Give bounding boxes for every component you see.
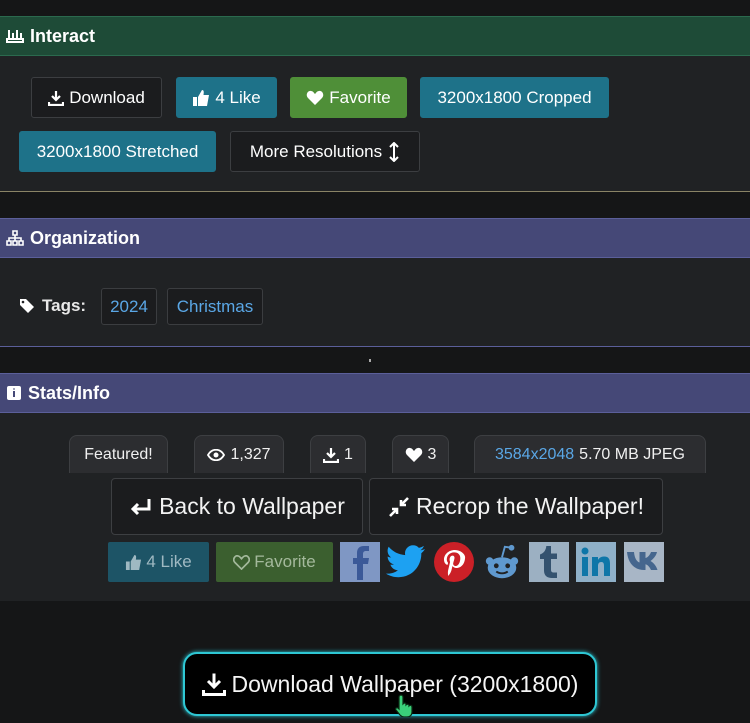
file-info-stat: 3584x2048 5.70 MB JPEG [474, 435, 706, 473]
stretched-resolution-button[interactable]: 3200x1800 Stretched [19, 131, 216, 172]
featured-label: Featured! [84, 445, 153, 463]
download-wallpaper-button[interactable]: Download Wallpaper (3200x1800) [183, 652, 597, 716]
download-icon [201, 673, 226, 696]
vk-icon [627, 552, 658, 570]
divider [0, 191, 750, 192]
linkedin-share-button[interactable] [576, 542, 616, 582]
views-stat: 1,327 [194, 435, 284, 473]
heart-icon [405, 447, 422, 462]
vertical-resize-icon [389, 141, 399, 162]
hand-cursor-icon [395, 694, 413, 717]
tumblr-share-button[interactable] [529, 542, 569, 582]
return-arrow-icon [130, 498, 151, 515]
back-label: Back to Wallpaper [159, 493, 345, 519]
more-resolutions-label: More Resolutions [249, 141, 383, 161]
heart-outline-icon [233, 554, 251, 570]
download-button[interactable]: Download [31, 77, 162, 118]
sitemap-icon [6, 230, 24, 246]
downloads-count: 1 [344, 445, 353, 463]
pinterest-share-button[interactable] [434, 542, 474, 582]
stats-title: Stats/Info [28, 382, 111, 403]
info-icon [7, 386, 21, 400]
tag-label: 2024 [110, 296, 148, 316]
back-to-wallpaper-button[interactable]: Back to Wallpaper [111, 478, 363, 535]
favorite-label: Favorite [254, 552, 316, 571]
thumbs-up-icon [193, 89, 210, 106]
joystick-icon [6, 30, 24, 43]
tag-2024[interactable]: 2024 [101, 288, 157, 325]
tags-label-group: Tags: [19, 296, 86, 316]
cropped-resolution-button[interactable]: 3200x1800 Cropped [420, 77, 609, 118]
divider [0, 346, 750, 347]
like-button[interactable]: 4 Like [176, 77, 277, 118]
like-label: 4 Like [215, 87, 261, 107]
tags-label: Tags: [42, 296, 87, 315]
file-info: 5.70 MB JPEG [579, 445, 685, 463]
twitter-icon [386, 545, 425, 578]
like-label: 4 Like [146, 552, 192, 571]
tumblr-icon [540, 546, 557, 578]
heart-icon [307, 90, 324, 105]
recrop-button[interactable]: Recrop the Wallpaper! [369, 478, 663, 535]
stretched-label: 3200x1800 Stretched [36, 141, 199, 161]
favorite-button[interactable]: Favorite [290, 77, 407, 118]
tag-label: Christmas [176, 296, 254, 316]
dot-marker [369, 359, 371, 362]
more-resolutions-button[interactable]: More Resolutions [230, 131, 420, 172]
views-count: 1,327 [230, 445, 271, 463]
tag-christmas[interactable]: Christmas [167, 288, 263, 325]
recrop-label: Recrop the Wallpaper! [416, 493, 644, 519]
organization-header: Organization [0, 218, 750, 258]
pinterest-icon [434, 542, 474, 582]
thumbs-up-icon [126, 554, 142, 570]
stats-header: Stats/Info [0, 373, 750, 413]
reddit-icon [485, 544, 519, 579]
resolution-link[interactable]: 3584x2048 [495, 446, 574, 464]
interact-header: Interact [0, 16, 750, 56]
download-label: Download [69, 87, 145, 107]
like-button-secondary[interactable]: 4 Like [108, 542, 209, 582]
likes-count: 3 [427, 445, 437, 463]
compress-icon [389, 496, 409, 517]
linkedin-icon [581, 547, 610, 576]
interact-title: Interact [30, 25, 96, 46]
facebook-icon [353, 546, 369, 580]
facebook-share-button[interactable] [340, 542, 380, 582]
favorite-button-secondary[interactable]: Favorite [216, 542, 333, 582]
download-icon [48, 90, 65, 106]
downloads-stat: 1 [310, 435, 366, 473]
organization-title: Organization [30, 227, 141, 248]
vk-share-button[interactable] [624, 542, 664, 582]
cropped-label: 3200x1800 Cropped [437, 87, 592, 107]
featured-badge: Featured! [69, 435, 168, 473]
twitter-share-button[interactable] [386, 542, 426, 582]
favorite-label: Favorite [329, 87, 391, 107]
download-icon [323, 447, 340, 463]
tags-icon [20, 299, 34, 313]
likes-stat: 3 [392, 435, 449, 473]
eye-icon [207, 448, 226, 461]
reddit-share-button[interactable] [482, 542, 522, 582]
